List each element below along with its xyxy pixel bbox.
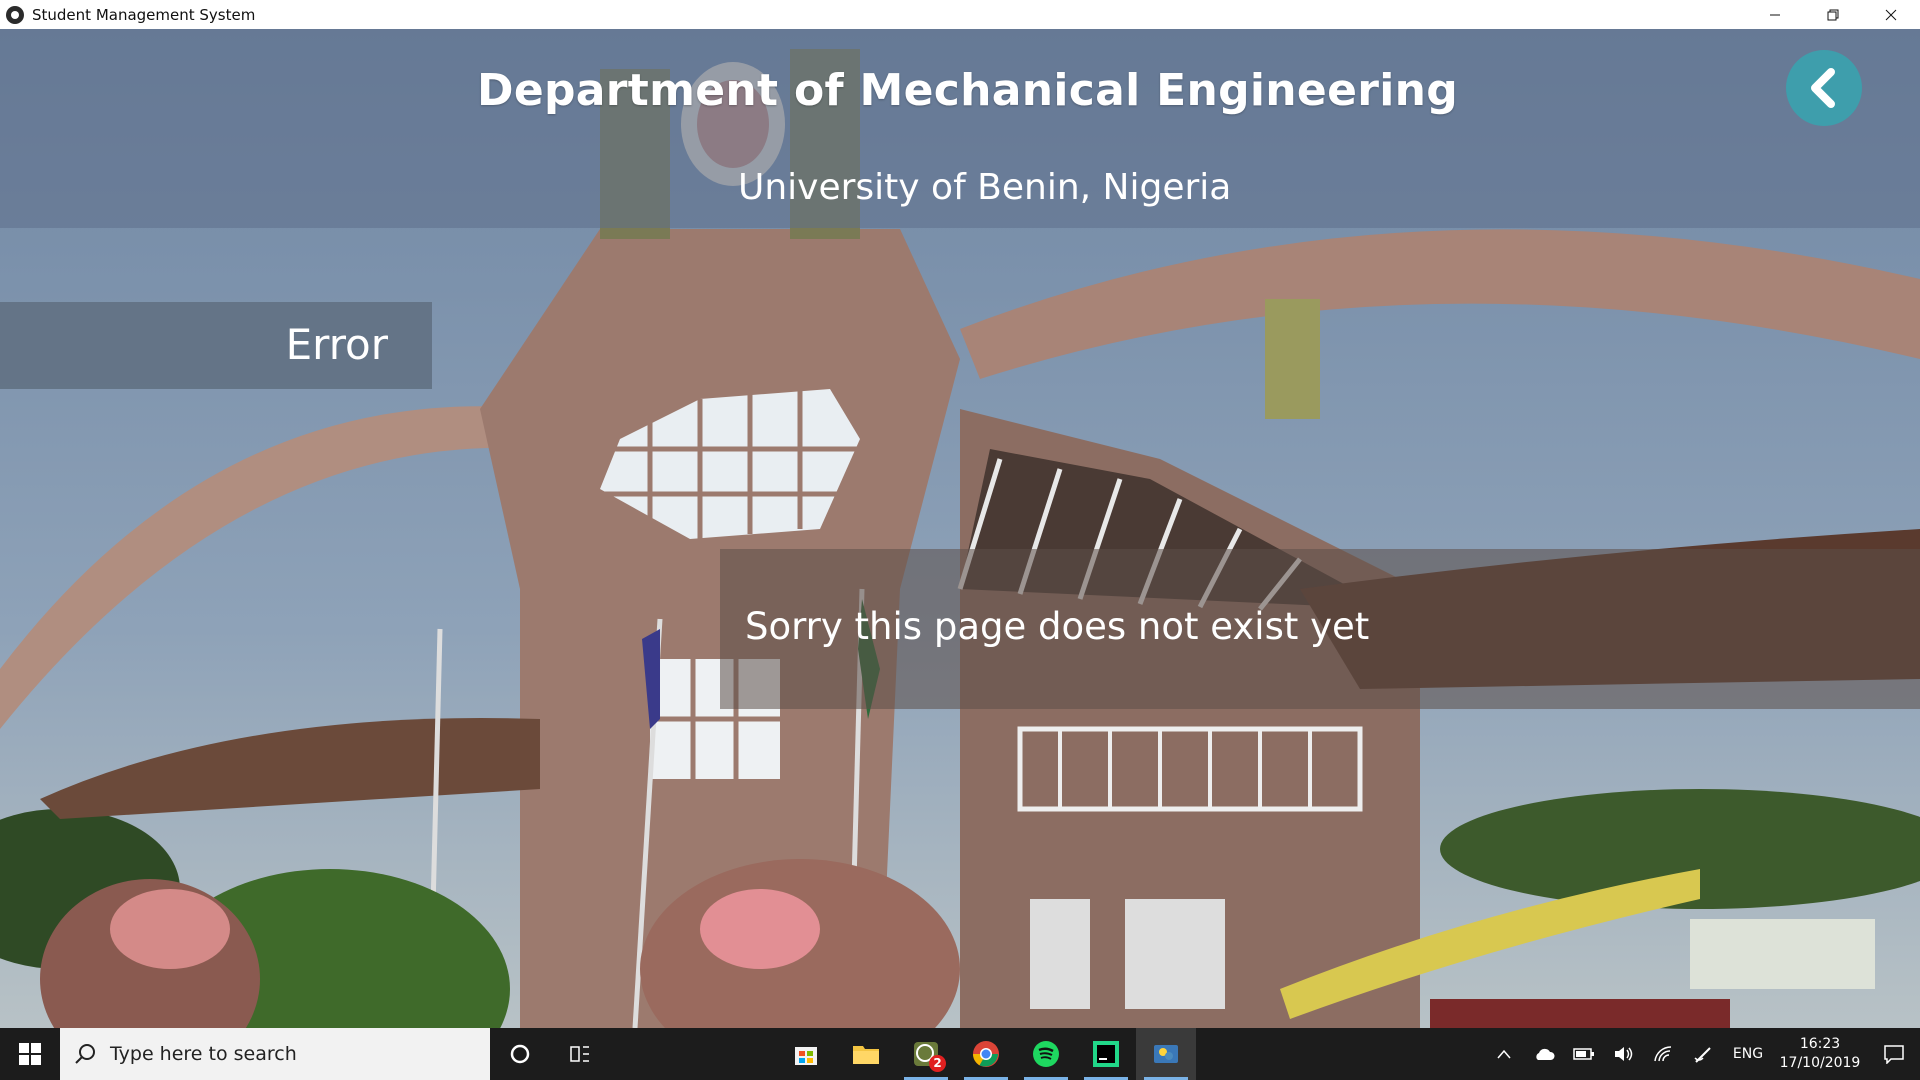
system-tray: ENG 16:23 17/10/2019 [1484,1028,1920,1080]
page-subtitle: University of Benin, Nigeria [738,167,1232,208]
taskbar-pycharm[interactable] [1076,1028,1136,1080]
taskbar-app-store[interactable] [776,1028,836,1080]
file-explorer-icon [853,1046,879,1064]
close-icon [1885,9,1897,20]
window-title: Student Management System [32,5,256,24]
pycharm-icon [1093,1041,1119,1067]
header-band: Department of Mechanical Engineering Uni… [0,29,1920,228]
cortana-button[interactable] [490,1028,550,1080]
pen-icon [1694,1047,1711,1063]
notification-icon [1884,1045,1904,1064]
chrome-icon [972,1041,999,1067]
close-button[interactable] [1862,0,1920,29]
taskbar-search-box[interactable]: Type here to search [60,1028,490,1080]
spotify-icon [1033,1041,1059,1067]
input-language[interactable]: ENG [1724,1046,1772,1062]
task-view-icon [570,1046,589,1062]
minimize-icon [1770,14,1780,15]
restore-button[interactable] [1804,0,1862,29]
page-title: Department of Mechanical Engineering [477,65,1459,116]
windows-logo-icon [19,1043,41,1065]
start-button[interactable] [0,1028,60,1080]
search-placeholder: Type here to search [110,1043,297,1065]
python-app-icon [1154,1045,1178,1063]
title-bar: Student Management System [0,0,1920,29]
taskbar-python-app[interactable] [1136,1028,1196,1080]
taskbar: Type here to search 2 ENG 16:23 17/10/20… [0,1028,1920,1080]
minimize-button[interactable] [1746,0,1804,29]
search-icon [75,1044,95,1064]
microsoft-store-icon [795,1047,817,1065]
notification-badge: 2 [929,1055,946,1072]
speaker-icon [1615,1047,1633,1061]
taskbar-chrome[interactable] [956,1028,1016,1080]
task-view-button[interactable] [550,1028,610,1080]
action-center-button[interactable] [1868,1028,1920,1080]
error-message: Sorry this page does not exist yet [745,605,1370,648]
window-controls [1746,0,1920,29]
wifi-tray-button[interactable] [1644,1028,1684,1080]
battery-tray-button[interactable] [1564,1028,1604,1080]
message-panel: Sorry this page does not exist yet [720,549,1920,709]
pen-tray-button[interactable] [1684,1028,1724,1080]
clock-date: 17/10/2019 [1779,1055,1861,1071]
restore-icon [1827,9,1839,20]
app-icon [6,5,24,24]
clock-time: 16:23 [1799,1036,1841,1052]
battery-icon [1573,1048,1594,1060]
volume-tray-button[interactable] [1604,1028,1644,1080]
taskbar-whatsapp[interactable]: 2 [896,1028,956,1080]
cortana-icon [510,1044,530,1064]
taskbar-spacer [610,1028,776,1080]
onedrive-tray-button[interactable] [1524,1028,1564,1080]
wifi-icon [1654,1046,1672,1062]
back-button[interactable] [1786,50,1862,126]
taskbar-file-explorer[interactable] [836,1028,896,1080]
error-panel: Error [0,302,432,389]
clock[interactable]: 16:23 17/10/2019 [1772,1035,1868,1073]
taskbar-spotify[interactable] [1016,1028,1076,1080]
app-content: Department of Mechanical Engineering Uni… [0,29,1920,1028]
show-hidden-icons-button[interactable] [1484,1028,1524,1080]
cloud-icon [1536,1048,1555,1060]
error-label: Error [285,320,388,369]
chevron-up-icon [1497,1049,1511,1059]
chevron-left-icon [1811,68,1835,108]
